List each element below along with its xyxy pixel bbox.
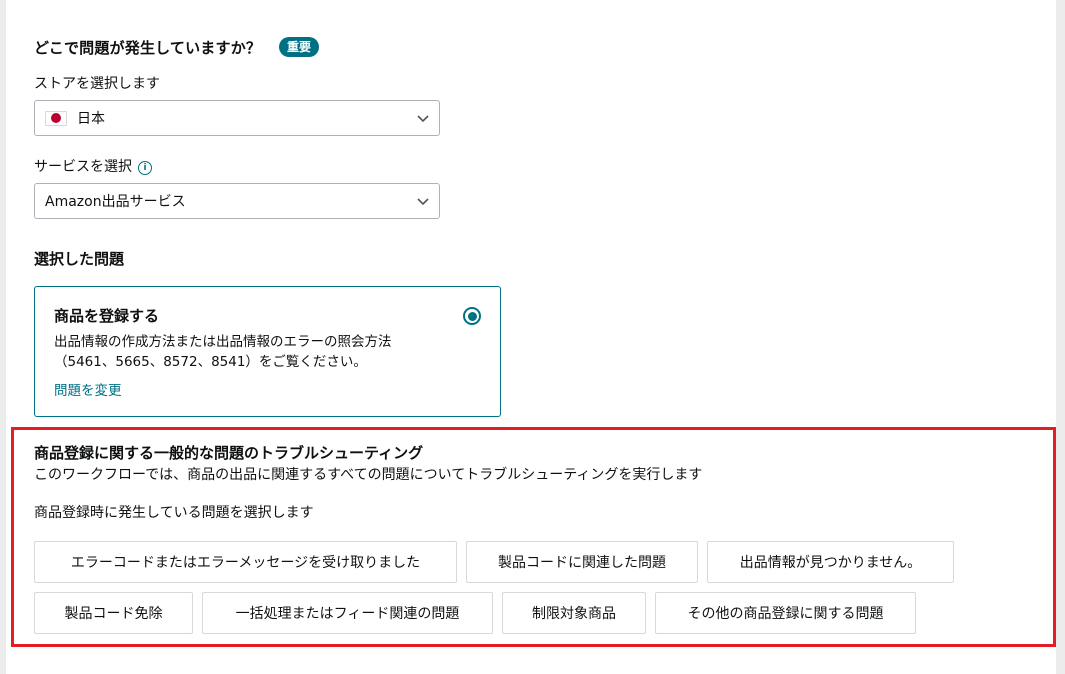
service-select[interactable]: Amazon出品サービス bbox=[34, 183, 440, 219]
option-bulk-feed-button[interactable]: 一括処理またはフィード関連の問題 bbox=[202, 592, 493, 634]
chevron-down-icon bbox=[417, 198, 429, 206]
issue-description-line2: （5461、5665、8572、8541）をご覧ください。 bbox=[54, 354, 367, 370]
store-label: ストアを選択します bbox=[34, 76, 160, 92]
option-restricted-products-button[interactable]: 制限対象商品 bbox=[502, 592, 646, 634]
store-select[interactable]: 日本 bbox=[34, 100, 440, 136]
option-listing-not-found-button[interactable]: 出品情報が見つかりません。 bbox=[707, 541, 954, 583]
chevron-down-icon bbox=[417, 115, 429, 123]
japan-flag-icon bbox=[45, 110, 67, 126]
service-label-row: サービスを選択 i bbox=[34, 156, 152, 176]
info-icon[interactable]: i bbox=[138, 161, 152, 175]
selected-radio[interactable] bbox=[463, 307, 481, 325]
question-title: どこで問題が発生していますか？ bbox=[34, 39, 262, 57]
issue-title: 商品を登録する bbox=[54, 307, 160, 325]
troubleshoot-title: 商品登録に関する一般的な問題のトラブルシューティング bbox=[34, 444, 424, 462]
selected-issue-card[interactable]: 商品を登録する 出品情報の作成方法または出品情報のエラーの照会方法 （5461、… bbox=[34, 286, 501, 417]
change-issue-link[interactable]: 問題を変更 bbox=[54, 379, 122, 399]
issue-description-line1: 出品情報の作成方法または出品情報のエラーの照会方法 bbox=[54, 334, 392, 350]
service-selected-value: Amazon出品サービス bbox=[45, 194, 186, 210]
store-selected-value: 日本 bbox=[77, 111, 105, 127]
selected-issue-heading: 選択した問題 bbox=[34, 250, 125, 268]
option-other-listing-issues-button[interactable]: その他の商品登録に関する問題 bbox=[655, 592, 916, 634]
option-product-code-exemption-button[interactable]: 製品コード免除 bbox=[34, 592, 193, 634]
important-badge: 重要 bbox=[279, 37, 320, 57]
troubleshoot-description: このワークフローでは、商品の出品に関連するすべての問題についてトラブルシューティ… bbox=[34, 467, 703, 483]
service-label: サービスを選択 bbox=[34, 159, 132, 175]
issue-description: 出品情報の作成方法または出品情報のエラーの照会方法 （5461、5665、857… bbox=[54, 332, 474, 372]
option-error-code-button[interactable]: エラーコードまたはエラーメッセージを受け取りました bbox=[34, 541, 457, 583]
option-product-code-button[interactable]: 製品コードに関連した問題 bbox=[466, 541, 698, 583]
troubleshoot-prompt: 商品登録時に発生している問題を選択します bbox=[34, 505, 314, 521]
